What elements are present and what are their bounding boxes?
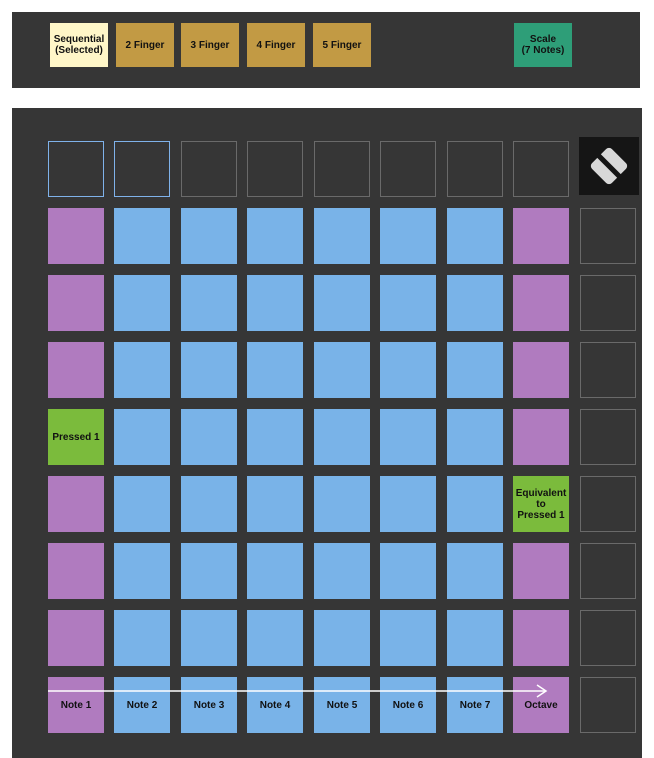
note-pad[interactable] (48, 476, 104, 532)
note-pad[interactable] (181, 409, 237, 465)
top-function-button[interactable] (181, 141, 237, 197)
note-pad[interactable] (247, 610, 303, 666)
top-function-button[interactable] (114, 141, 170, 197)
note-pad[interactable] (114, 208, 170, 264)
mode-3-finger-button[interactable]: 3 Finger (181, 23, 239, 67)
note-pad[interactable] (447, 208, 503, 264)
note-pad[interactable] (114, 275, 170, 331)
note-pad[interactable] (314, 543, 370, 599)
top-function-button[interactable] (380, 141, 436, 197)
note-pad[interactable] (181, 275, 237, 331)
note-pad[interactable] (513, 543, 569, 599)
note-pad[interactable] (114, 476, 170, 532)
scene-launch-button[interactable] (580, 208, 636, 264)
bottom-note-pad[interactable]: Note 3 (181, 677, 237, 733)
note-pad[interactable] (114, 409, 170, 465)
note-pad[interactable] (247, 208, 303, 264)
note-pad[interactable] (380, 610, 436, 666)
note-pad[interactable] (447, 610, 503, 666)
note-pad[interactable] (447, 476, 503, 532)
note-pad[interactable] (314, 476, 370, 532)
note-pad[interactable] (314, 208, 370, 264)
top-function-button[interactable] (48, 141, 104, 197)
note-pad[interactable] (247, 543, 303, 599)
mode-2-finger-button[interactable]: 2 Finger (116, 23, 174, 67)
equivalent-pad[interactable]: Equivalent to Pressed 1 (513, 476, 569, 532)
note-pad[interactable] (447, 409, 503, 465)
note-pad[interactable] (48, 610, 104, 666)
bottom-note-pad[interactable]: Note 6 (380, 677, 436, 733)
note-pad[interactable] (513, 610, 569, 666)
note-pad[interactable] (181, 610, 237, 666)
note-pad[interactable] (380, 275, 436, 331)
mode-5-finger-button[interactable]: 5 Finger (313, 23, 371, 67)
note-pad[interactable] (380, 208, 436, 264)
note-pad[interactable] (314, 275, 370, 331)
note-pad[interactable] (513, 342, 569, 398)
top-function-button[interactable] (513, 141, 569, 197)
mode-sequential-button[interactable]: Sequential (Selected) (50, 23, 108, 67)
note-pad[interactable] (314, 409, 370, 465)
note-pad[interactable] (447, 275, 503, 331)
note-pad[interactable] (181, 208, 237, 264)
bottom-note-pad[interactable]: Octave (513, 677, 569, 733)
scene-launch-button[interactable] (580, 677, 636, 733)
note-pad[interactable] (48, 208, 104, 264)
note-pad[interactable] (247, 476, 303, 532)
bottom-note-pad[interactable]: Note 2 (114, 677, 170, 733)
scene-launch-button[interactable] (580, 275, 636, 331)
note-pad[interactable] (380, 476, 436, 532)
scene-launch-button[interactable] (580, 342, 636, 398)
chord-mode-bar: Sequential (Selected) 2 Finger 3 Finger … (12, 12, 640, 88)
note-pad[interactable] (114, 342, 170, 398)
pressed-pad[interactable]: Pressed 1 (48, 409, 104, 465)
scene-launch-button[interactable] (580, 409, 636, 465)
note-pad[interactable] (447, 543, 503, 599)
bottom-note-pad[interactable]: Note 1 (48, 677, 104, 733)
novation-logo-icon[interactable] (579, 137, 639, 195)
top-function-button[interactable] (447, 141, 503, 197)
bottom-note-pad[interactable]: Note 4 (247, 677, 303, 733)
scene-launch-button[interactable] (580, 476, 636, 532)
mode-4-finger-button[interactable]: 4 Finger (247, 23, 305, 67)
note-pad[interactable] (181, 543, 237, 599)
note-pad[interactable] (48, 342, 104, 398)
bottom-note-pad[interactable]: Note 5 (314, 677, 370, 733)
note-pad[interactable] (314, 610, 370, 666)
note-pad[interactable] (48, 543, 104, 599)
top-function-button[interactable] (314, 141, 370, 197)
note-pad[interactable] (247, 409, 303, 465)
mode-scale-button[interactable]: Scale (7 Notes) (514, 23, 572, 67)
note-pad[interactable] (247, 275, 303, 331)
note-pad[interactable] (181, 476, 237, 532)
note-pad[interactable] (181, 342, 237, 398)
top-function-button[interactable] (247, 141, 303, 197)
note-pad[interactable] (247, 342, 303, 398)
note-pad[interactable] (48, 275, 104, 331)
note-pad[interactable] (380, 409, 436, 465)
note-pad[interactable] (380, 543, 436, 599)
note-pad[interactable] (114, 543, 170, 599)
scene-launch-button[interactable] (580, 543, 636, 599)
note-pad[interactable] (513, 275, 569, 331)
note-pad[interactable] (114, 610, 170, 666)
bottom-note-pad[interactable]: Note 7 (447, 677, 503, 733)
launchpad-grid: Pressed 1 Equivalent to Pressed 1 Note 1 No… (12, 108, 642, 758)
note-pad[interactable] (513, 208, 569, 264)
note-pad[interactable] (513, 409, 569, 465)
scene-launch-button[interactable] (580, 610, 636, 666)
note-pad[interactable] (380, 342, 436, 398)
note-pad[interactable] (314, 342, 370, 398)
note-pad[interactable] (447, 342, 503, 398)
